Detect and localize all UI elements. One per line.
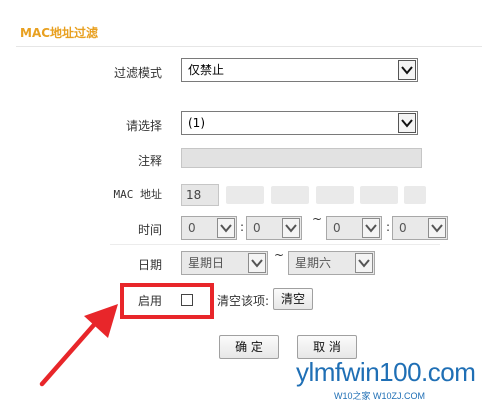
mac-octet-4[interactable]	[316, 186, 354, 204]
cancel-button[interactable]: 取 消	[297, 335, 357, 359]
chevron-down-icon[interactable]	[217, 218, 235, 238]
clear-button[interactable]: 清空	[273, 288, 313, 310]
enable-checkbox[interactable]	[181, 294, 193, 306]
filter-mode-select[interactable]: 仅禁止	[181, 58, 418, 82]
start-hour-value: 0	[188, 221, 196, 235]
chevron-down-icon[interactable]	[248, 253, 266, 273]
start-hour-select[interactable]: 0	[181, 216, 237, 240]
title-divider	[16, 46, 482, 47]
mac-octet-6[interactable]	[404, 186, 426, 204]
time-colon-2: :	[386, 220, 391, 234]
filter-mode-value: 仅禁止	[188, 63, 225, 77]
mac-octet-3[interactable]	[271, 186, 309, 204]
time-colon-1: :	[240, 220, 245, 234]
time-tilde: ~	[312, 212, 323, 226]
start-minute-select[interactable]: 0	[246, 216, 302, 240]
end-hour-value: 0	[333, 221, 341, 235]
watermark-subtitle: W10之家 W10ZJ.COM	[334, 391, 426, 401]
red-arrow-icon	[39, 304, 118, 387]
chevron-down-icon[interactable]	[398, 60, 416, 80]
enable-label: 启用	[138, 294, 163, 308]
chevron-down-icon[interactable]	[398, 113, 416, 133]
entry-select[interactable]: (1)	[181, 111, 418, 135]
date-label: 日期	[137, 258, 162, 272]
time-label: 时间	[137, 223, 162, 237]
start-day-value: 星期日	[188, 256, 225, 270]
page-title: MAC地址过滤	[20, 26, 99, 40]
entry-select-label: 请选择	[125, 119, 162, 133]
end-minute-select[interactable]: 0	[392, 216, 448, 240]
start-minute-value: 0	[253, 221, 261, 235]
mac-octet-2[interactable]	[226, 186, 264, 204]
clear-item-label: 清空该项:	[217, 294, 270, 308]
watermark-domain: ylmfwin100.com	[296, 357, 476, 387]
chevron-down-icon[interactable]	[282, 218, 300, 238]
end-day-select[interactable]: 星期六	[288, 251, 375, 275]
chevron-down-icon[interactable]	[355, 253, 373, 273]
note-input[interactable]	[181, 148, 422, 168]
end-minute-value: 0	[399, 221, 407, 235]
filter-mode-label: 过滤模式	[113, 66, 162, 80]
mac-label: MAC 地址	[113, 188, 163, 201]
chevron-down-icon[interactable]	[362, 218, 380, 238]
confirm-button[interactable]: 确 定	[219, 335, 279, 359]
start-day-select[interactable]: 星期日	[181, 251, 268, 275]
entry-select-value: (1)	[188, 116, 205, 130]
note-label: 注释	[137, 154, 162, 168]
end-hour-select[interactable]: 0	[326, 216, 382, 240]
end-day-value: 星期六	[295, 256, 332, 270]
time-divider	[110, 244, 440, 245]
mac-octet-5[interactable]	[360, 186, 398, 204]
mac-octet-1[interactable]: 18	[181, 184, 219, 206]
date-tilde: ~	[274, 248, 285, 262]
chevron-down-icon[interactable]	[428, 218, 446, 238]
